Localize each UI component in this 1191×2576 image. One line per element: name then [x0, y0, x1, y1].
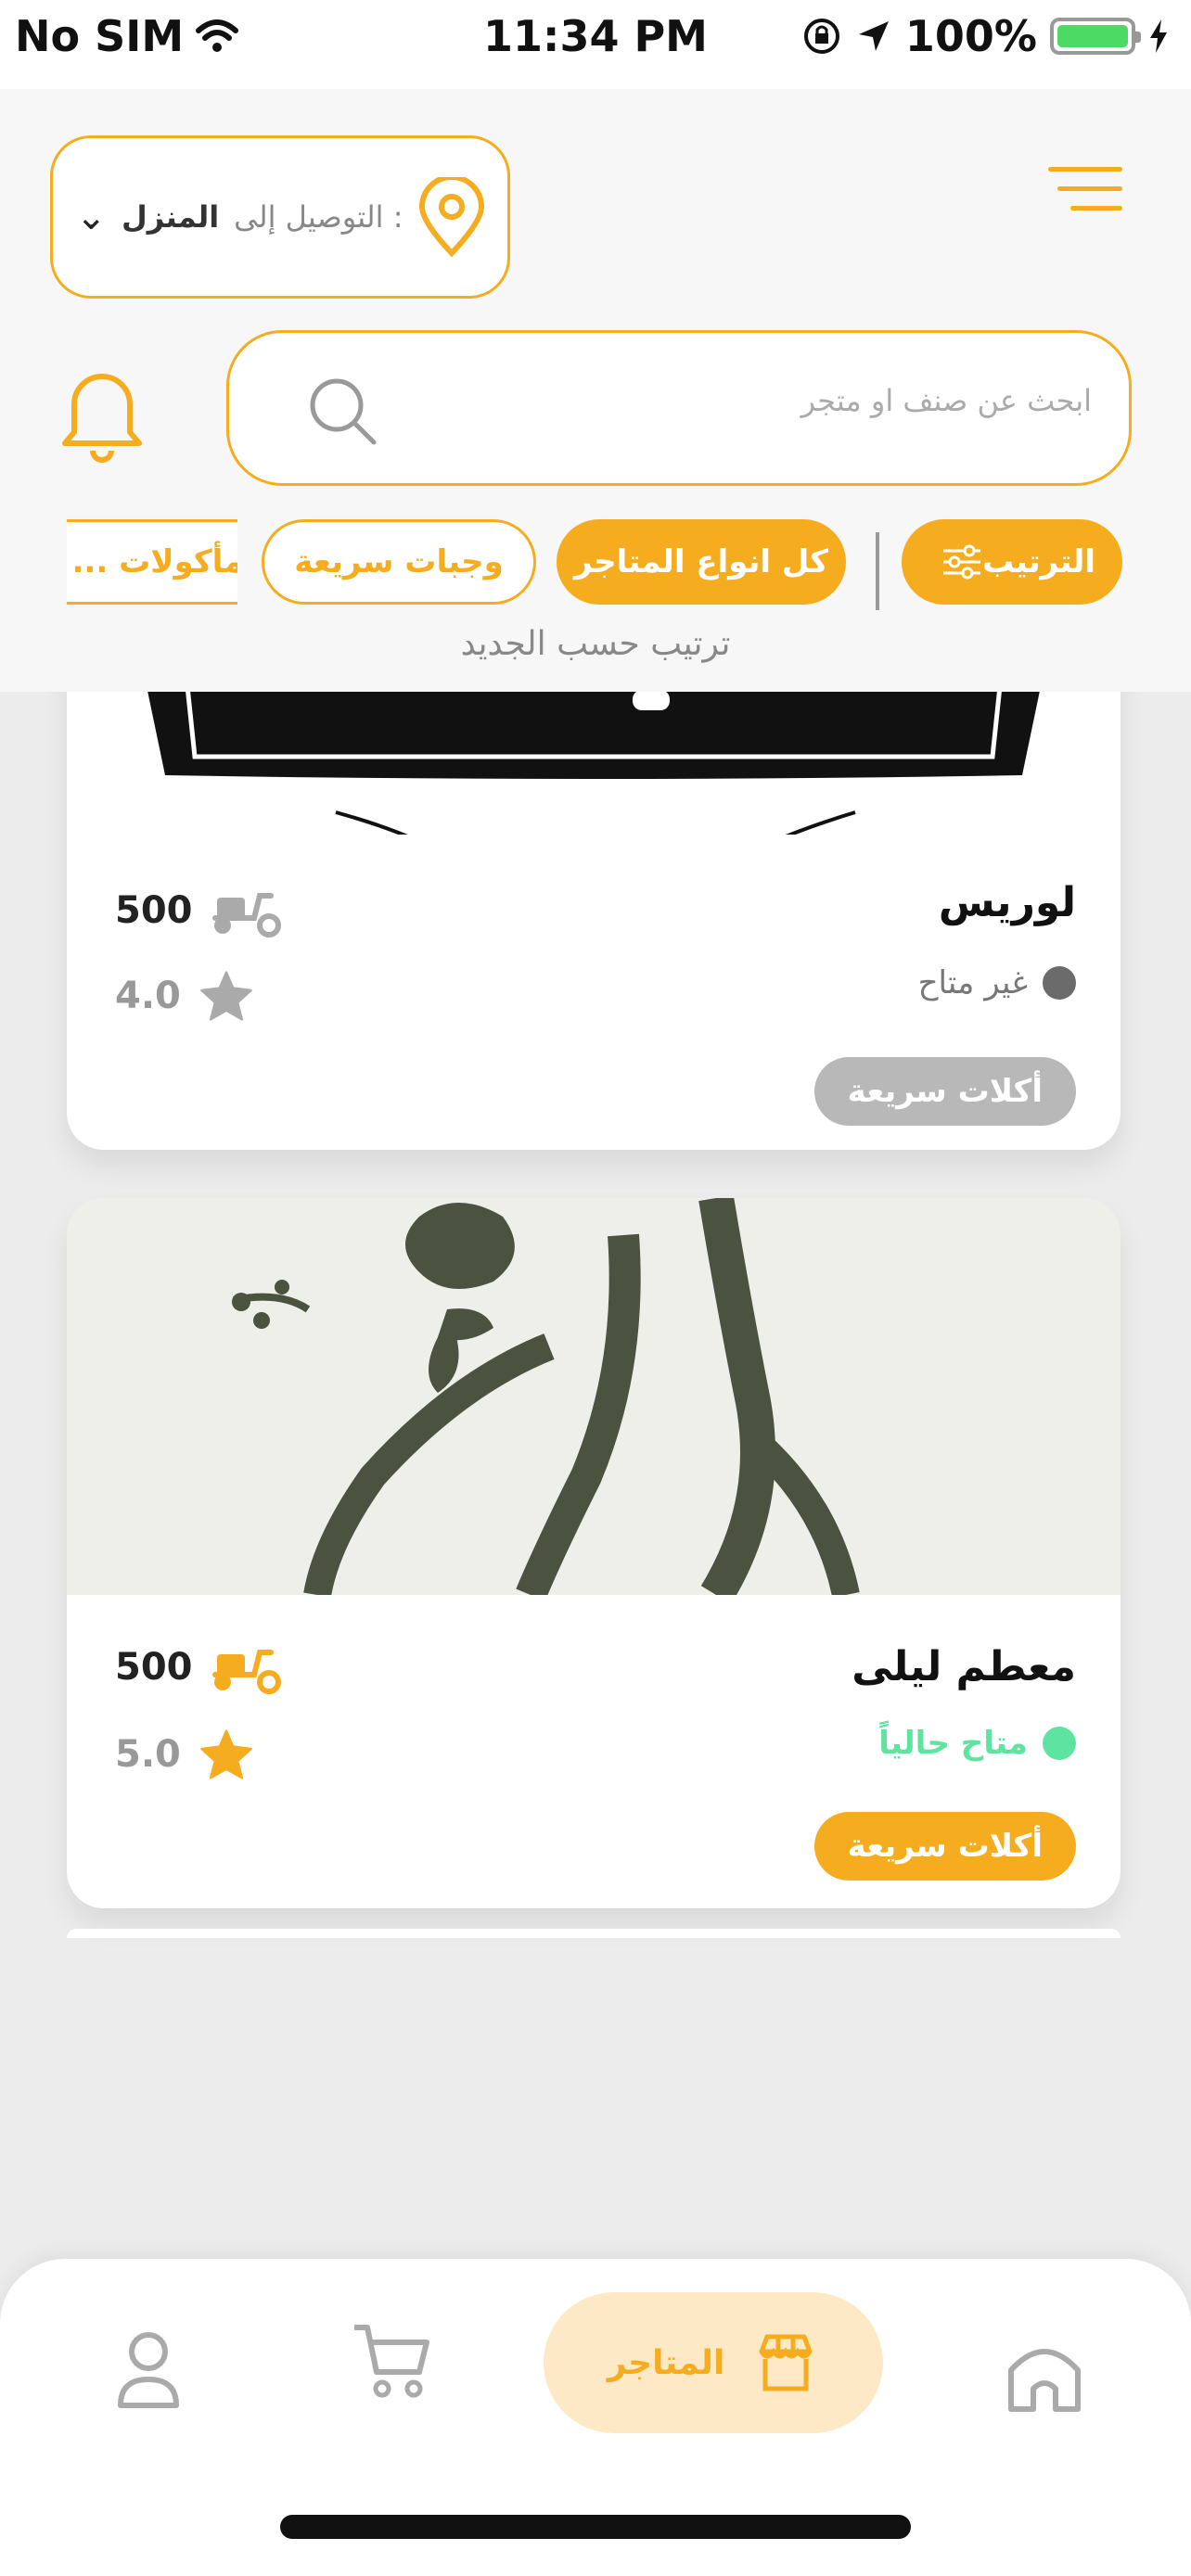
star-icon — [200, 971, 252, 1021]
store-status: متاح حالياً — [878, 1725, 1076, 1762]
location-pin-icon — [418, 177, 484, 257]
delivery-fee: 500 — [115, 1639, 284, 1695]
chip-clip: مأكولات ... — [67, 519, 237, 605]
sort-button[interactable]: الترتيب — [902, 519, 1122, 605]
profile-icon[interactable] — [102, 2324, 195, 2417]
store-card[interactable]: معطم ليلى متاح حالياً 500 5.0 أكلات سريع… — [67, 1198, 1121, 1908]
sliders-icon — [942, 544, 980, 580]
store-name: معطم ليلى — [852, 1643, 1076, 1690]
delivery-fee: 500 — [115, 883, 284, 938]
nav-stores[interactable]: المتاجر — [544, 2292, 883, 2433]
category-tag: أكلات سريعة — [813, 1812, 1076, 1881]
star-icon — [200, 1729, 252, 1779]
filter-chips: الترتيب كل انواع المتاجر وجبات سريعة مأك… — [0, 519, 1191, 621]
category-tag: أكلات سريعة — [813, 1057, 1076, 1126]
status-text: متاح حالياً — [878, 1725, 1028, 1762]
rotation-lock-icon — [803, 19, 839, 54]
chip-dishes[interactable]: مأكولات ... — [67, 519, 237, 605]
store-icon — [759, 2334, 813, 2391]
chevron-down-icon: ⌄ — [75, 196, 107, 238]
chip-all-stores[interactable]: كل انواع المتاجر — [557, 519, 846, 605]
cart-icon[interactable] — [345, 2315, 438, 2407]
search-icon — [310, 378, 377, 445]
menu-button[interactable] — [1048, 167, 1122, 223]
nav-stores-label: المتاجر — [607, 2343, 725, 2382]
location-arrow-icon — [858, 21, 889, 51]
notification-bell-icon[interactable] — [56, 362, 148, 464]
delivery-scooter-icon — [211, 893, 281, 937]
rating-value: 4.0 — [115, 975, 181, 1017]
status-dot — [1043, 966, 1076, 1000]
delivery-label: التوصيل إلى : — [234, 199, 403, 235]
status-dot — [1043, 1727, 1076, 1760]
home-indicator — [280, 2515, 911, 2539]
store-name: لوريس — [938, 879, 1076, 926]
store-rating: 4.0 — [115, 970, 253, 1022]
store-banner — [67, 1198, 1121, 1604]
sort-label: الترتيب — [981, 543, 1096, 580]
sort-caption: ترتيب حسب الجديد — [460, 625, 731, 663]
fee-value: 500 — [115, 889, 193, 932]
rating-value: 5.0 — [115, 1733, 181, 1776]
status-text: غير متاح — [917, 964, 1028, 1001]
status-bar: No SIM 11:34 PM 100% — [0, 0, 1191, 89]
fee-value: 500 — [115, 1646, 193, 1689]
store-rating: 5.0 — [115, 1728, 253, 1780]
divider — [876, 532, 879, 610]
status-icons: 100% — [801, 11, 1169, 61]
next-card-edge — [67, 1929, 1121, 1938]
delivery-place: المنزل — [122, 199, 220, 235]
battery-icon — [1050, 18, 1141, 55]
search-placeholder: ابحث عن صنف او متجر — [800, 383, 1092, 418]
charging-icon — [1150, 19, 1167, 53]
store-logo-image — [67, 1198, 1121, 1604]
store-status: غير متاح — [918, 964, 1076, 1001]
battery-percent: 100% — [904, 11, 1037, 61]
search-bar[interactable]: ابحث عن صنف او متجر — [226, 330, 1132, 486]
chip-fast-food[interactable]: وجبات سريعة — [262, 519, 536, 605]
app-header: ⌄ المنزل التوصيل إلى : ابحث عن صنف او مت… — [0, 89, 1191, 692]
delivery-location-selector[interactable]: ⌄ المنزل التوصيل إلى : — [50, 135, 510, 299]
delivery-scooter-icon — [211, 1650, 281, 1694]
home-icon[interactable] — [998, 2327, 1091, 2420]
